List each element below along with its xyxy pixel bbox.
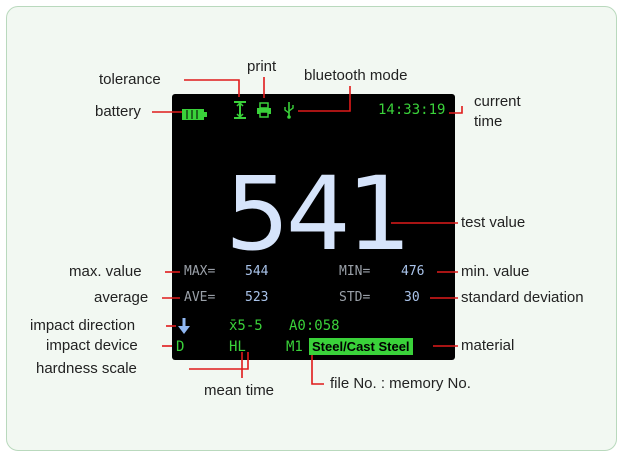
label-current-time-text: current time [474, 93, 521, 130]
leader-tolerance [184, 79, 240, 97]
label-impact-direction: impact direction [30, 317, 136, 334]
impact-device-display: D [176, 339, 185, 355]
label-standard-deviation: standard deviation [461, 289, 584, 306]
hardness-scale-display: HL [229, 339, 246, 355]
label-print: print [247, 58, 277, 75]
label-hardness-scale: hardness scale [36, 360, 137, 377]
label-impact-device: impact device [46, 337, 138, 354]
label-current-time: current time [474, 92, 524, 132]
leader-bluetooth [298, 86, 351, 112]
max-label: MAX= [184, 264, 216, 279]
memory-display: M1 [286, 339, 303, 355]
label-tolerance: tolerance [99, 71, 161, 88]
label-bluetooth-mode: bluetooth mode [304, 67, 408, 84]
arrow-down-icon [178, 318, 190, 334]
label-test-value: test value [461, 214, 526, 231]
label-battery: battery [95, 103, 141, 120]
printer-icon [257, 102, 271, 118]
label-max-value: max. value [69, 263, 142, 280]
min-value-display: 476 [401, 264, 425, 279]
label-mean-time: mean time [204, 382, 275, 399]
mean-time-display: x̄5-5 [229, 318, 263, 334]
material-display: Steel/Cast Steel [309, 338, 413, 355]
leader-current-time [449, 106, 463, 114]
current-time-display: 14:33:19 [378, 102, 446, 118]
std-label: STD= [339, 290, 371, 305]
file-memory-display: A0:058 [289, 318, 340, 334]
label-min-value: min. value [461, 263, 530, 280]
label-material: material [461, 337, 515, 354]
label-file-memory: file No. : memory No. [330, 375, 471, 392]
min-label: MIN= [339, 264, 371, 279]
usb-icon [284, 102, 294, 119]
test-value-display: 541 [225, 155, 412, 274]
std-value-display: 30 [404, 290, 420, 305]
max-value-display: 544 [245, 264, 269, 279]
ave-label: AVE= [184, 290, 216, 305]
label-average: average [94, 289, 149, 306]
ave-value-display: 523 [245, 290, 269, 305]
battery-icon [182, 109, 207, 120]
tolerance-icon [234, 101, 246, 119]
